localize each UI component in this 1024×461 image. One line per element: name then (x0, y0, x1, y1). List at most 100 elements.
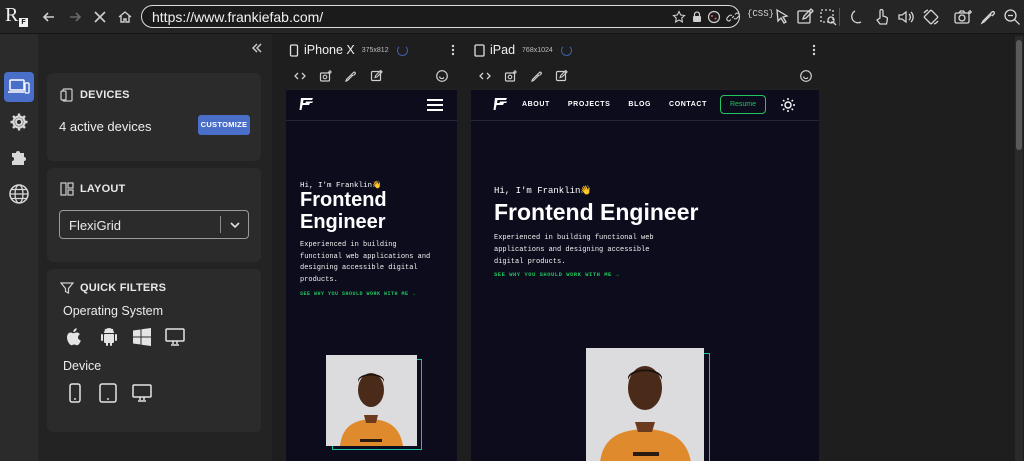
blurb-line-4: products. (300, 275, 338, 284)
site-navbar (286, 90, 457, 121)
desktop-device-icon[interactable] (131, 382, 153, 404)
side-panel: DEVICES 4 active devices CUSTOMIZE LAYOU… (38, 34, 272, 461)
globe-icon[interactable] (4, 179, 34, 209)
site-nav-links: ABOUT PROJECTS BLOG CONTACT (522, 101, 707, 108)
back-arrow-icon[interactable] (40, 8, 58, 26)
site-navbar: ABOUT PROJECTS BLOG CONTACT Resume (471, 90, 819, 121)
app-logo-letter: R (5, 4, 19, 26)
iphone-device-name: iPhone X (304, 43, 355, 57)
active-devices-count: 4 active devices (59, 119, 152, 134)
os-filter-label: Operating System (63, 304, 164, 318)
greeting-words: Hi, I'm Franklin (494, 186, 581, 196)
iphone-rotate-icon[interactable] (435, 69, 449, 83)
devices-card: DEVICES 4 active devices CUSTOMIZE (47, 73, 261, 161)
home-icon[interactable] (116, 8, 134, 26)
chevron-down-icon[interactable] (228, 218, 242, 232)
iphone-device-size: 375x812 (361, 46, 389, 54)
ipad-color-picker-icon[interactable] (530, 69, 544, 83)
css-icon[interactable]: {CSS} (747, 9, 774, 19)
tablet-icon (474, 43, 485, 57)
touch-icon[interactable] (872, 7, 892, 27)
hero-description: Experienced in building functional web a… (494, 232, 654, 268)
ipad-edit-icon[interactable] (555, 69, 569, 83)
windows-icon[interactable] (131, 326, 153, 348)
hero-line-2: Engineer (300, 210, 386, 233)
layout-icon (60, 182, 74, 196)
iphone-header: iPhone X 375x812 (289, 43, 408, 57)
camera-icon[interactable] (953, 7, 973, 27)
address-bar[interactable]: https://www.frankiefab.com/ (141, 5, 740, 28)
iphone-site-preview[interactable]: Hi, I'm Franklin👋 Frontend Engineer Expe… (286, 89, 457, 461)
rotate-device-icon[interactable] (921, 7, 941, 27)
iphone-more-menu-icon[interactable] (448, 43, 458, 57)
cta-link[interactable]: SEE WHY YOU SHOULD WORK WITH ME → (494, 271, 619, 278)
blurb-line-1: Experienced in building functional web (494, 234, 654, 242)
ipad-device-size: 768x1024 (522, 46, 553, 54)
ipad-site-preview[interactable]: ABOUT PROJECTS BLOG CONTACT Resume Hi, I… (471, 89, 819, 461)
scrollbar-thumb[interactable] (1016, 40, 1022, 150)
ipad-devtools-code-icon[interactable] (478, 69, 492, 83)
theme-toggle-sun-icon[interactable] (780, 97, 796, 113)
left-icon-rail (0, 34, 38, 461)
iphone-screenshot-icon[interactable] (319, 69, 333, 83)
loading-spinner-icon (560, 44, 572, 56)
screenshot-area-icon[interactable] (818, 7, 838, 27)
dark-mode-icon[interactable] (848, 7, 868, 27)
loading-spinner-icon (396, 44, 408, 56)
url-text: https://www.frankiefab.com/ (152, 9, 324, 25)
nav-link-contact[interactable]: CONTACT (669, 101, 707, 108)
sound-icon[interactable] (896, 7, 916, 27)
extensions-puzzle-icon[interactable] (4, 142, 34, 172)
ipad-more-menu-icon[interactable] (809, 43, 819, 57)
desktop-os-icon[interactable] (164, 326, 186, 348)
customize-button[interactable]: CUSTOMIZE (198, 115, 250, 135)
layout-title: LAYOUT (80, 183, 126, 195)
iphone-devtools-code-icon[interactable] (293, 69, 307, 83)
iphone-color-picker-icon[interactable] (344, 69, 358, 83)
settings-gear-icon[interactable] (4, 107, 34, 137)
devices-nav-icon[interactable] (4, 72, 34, 102)
cursor-inspect-icon[interactable] (772, 7, 792, 27)
vertical-scrollbar[interactable] (1015, 36, 1023, 461)
hero-heading: Frontend Engineer (300, 189, 387, 233)
blurb-line-3: digital products. (494, 258, 566, 266)
blurb-line-2: functional web applications and (300, 252, 431, 261)
site-logo-icon[interactable] (299, 97, 315, 111)
ipad-rotate-icon[interactable] (799, 69, 813, 83)
profile-photo (326, 355, 417, 446)
android-icon[interactable] (98, 326, 120, 348)
lock-icon[interactable] (690, 10, 704, 24)
nav-link-about[interactable]: ABOUT (522, 101, 550, 108)
collapse-panel-icon[interactable] (250, 41, 264, 55)
zoom-icon[interactable] (1002, 7, 1022, 27)
wave-emoji: 👋 (580, 186, 592, 196)
nav-link-projects[interactable]: PROJECTS (568, 101, 611, 108)
hero-description: Experienced in building functional web a… (300, 240, 430, 286)
iphone-edit-icon[interactable] (370, 69, 384, 83)
extension-cookie-icon[interactable] (707, 10, 721, 24)
layout-selected-value: FlexiGrid (69, 218, 122, 233)
apple-icon[interactable] (64, 326, 86, 348)
nav-link-blog[interactable]: BLOG (628, 101, 651, 108)
layout-select[interactable]: FlexiGrid (59, 210, 249, 239)
ipad-device-name: iPad (490, 43, 516, 57)
device-stack-icon (60, 88, 73, 102)
resume-button[interactable]: Resume (720, 95, 766, 114)
link-icon[interactable] (726, 10, 740, 24)
cta-link[interactable]: SEE WHY YOU SHOULD WORK WITH ME → (300, 291, 416, 297)
site-logo-icon[interactable] (493, 97, 509, 111)
filter-funnel-icon (60, 282, 74, 294)
app-logo[interactable]: R F (5, 4, 29, 28)
mobile-device-icon[interactable] (66, 382, 88, 404)
color-picker-icon[interactable] (978, 7, 998, 27)
ipad-screenshot-icon[interactable] (504, 69, 518, 83)
star-icon[interactable] (672, 10, 686, 24)
device-preview-area: iPhone X 375x812 Hi, I'm Franklin👋 Front… (272, 34, 1024, 461)
hamburger-menu-icon[interactable] (427, 99, 443, 111)
forward-arrow-icon[interactable] (66, 8, 84, 26)
select-divider (220, 216, 221, 233)
toolbar-divider (839, 8, 840, 26)
edit-icon[interactable] (795, 7, 815, 27)
stop-loading-icon[interactable] (91, 8, 109, 26)
tablet-device-icon[interactable] (97, 382, 119, 404)
